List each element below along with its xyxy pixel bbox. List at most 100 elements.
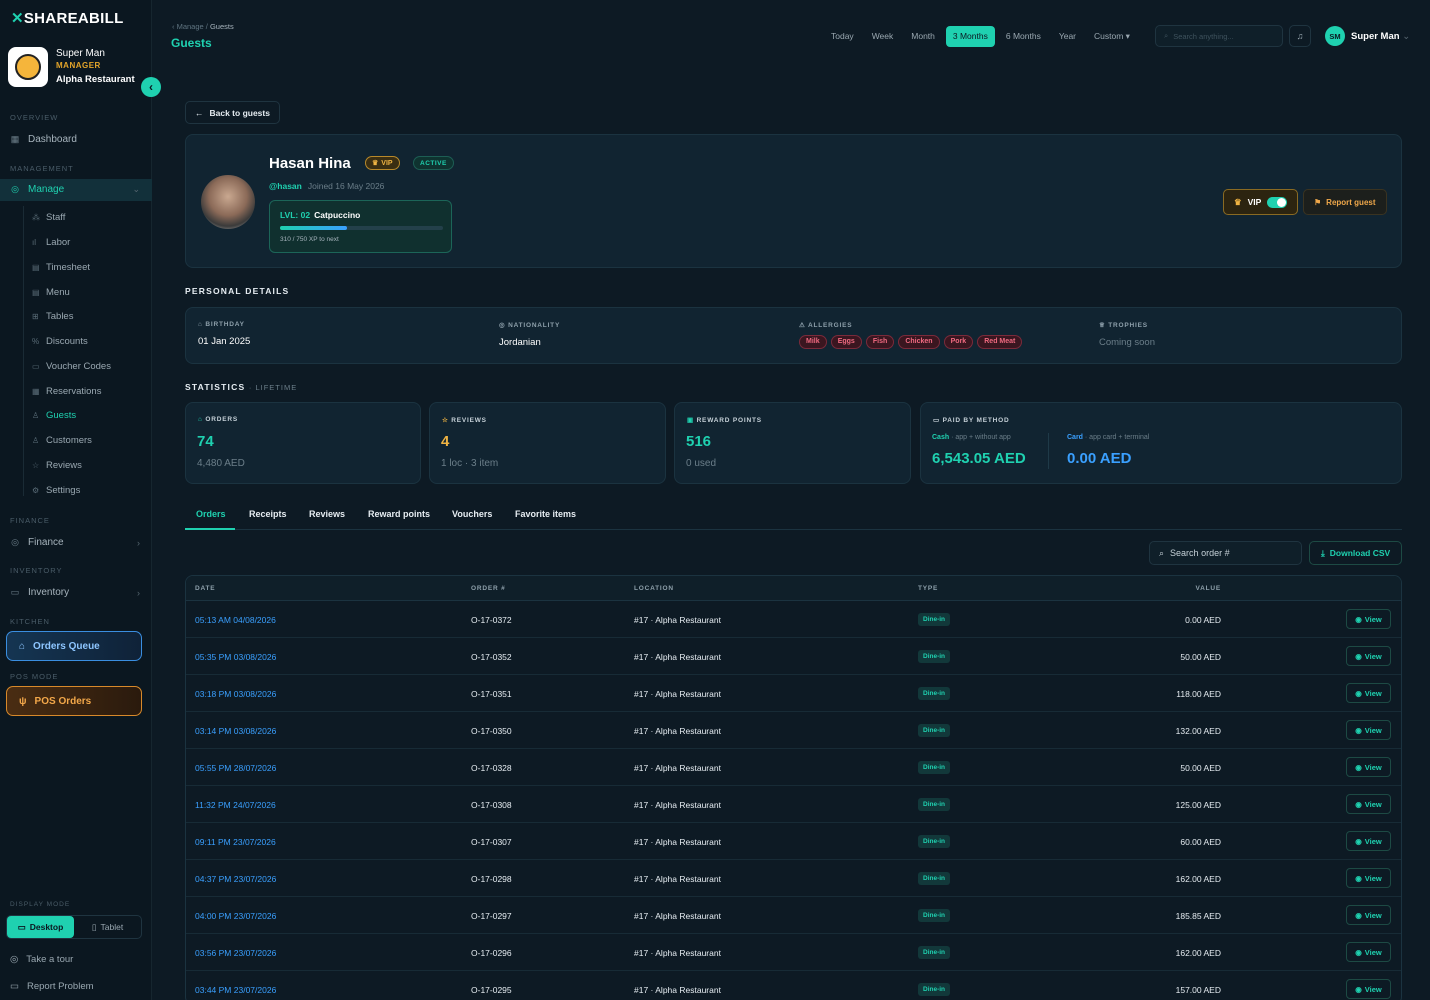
- orders-queue-button[interactable]: ⌂ Orders Queue: [6, 631, 142, 661]
- order-date: 23/07/2026: [233, 874, 277, 884]
- user-menu[interactable]: Super Man ⌄: [1351, 31, 1410, 42]
- table-row[interactable]: 03:56 PM 23/07/2026 O-17-0296 #17 · Alpha …: [186, 934, 1401, 971]
- view-order-button[interactable]: ◉ View: [1346, 942, 1391, 962]
- download-csv-button[interactable]: ⤓ Download CSV: [1309, 541, 1402, 565]
- view-order-button[interactable]: ◉ View: [1346, 757, 1391, 777]
- view-order-button[interactable]: ◉ View: [1346, 905, 1391, 925]
- order-value: 50.00 AED: [1180, 652, 1221, 662]
- gift-icon: ▣: [687, 417, 697, 424]
- view-order-button[interactable]: ◉ View: [1346, 683, 1391, 703]
- trophies-value: Coming soon: [1099, 337, 1155, 348]
- table-row[interactable]: 09:11 PM 23/07/2026 O-17-0307 #17 · Alpha …: [186, 823, 1401, 860]
- sidebar-item-staff[interactable]: ⁂ Staff: [32, 212, 65, 223]
- restaurant-avatar: [8, 47, 48, 87]
- sidebar-item-customers[interactable]: ♙ Customers: [32, 435, 92, 446]
- sidebar-item-tables[interactable]: ⊞ Tables: [32, 311, 73, 322]
- profile-name: Super Man: [56, 48, 105, 59]
- tab-receipts[interactable]: Receipts: [249, 509, 287, 519]
- view-order-button[interactable]: ◉ View: [1346, 868, 1391, 888]
- view-order-button[interactable]: ◉ View: [1346, 646, 1391, 666]
- table-row[interactable]: 05:13 AM 04/08/2026 O-17-0372 #17 · Alpha …: [186, 601, 1401, 638]
- sidebar-item-labor[interactable]: ıl Labor: [32, 237, 70, 248]
- table-row[interactable]: 11:32 PM 24/07/2026 O-17-0308 #17 · Alpha …: [186, 786, 1401, 823]
- table-row[interactable]: 04:00 PM 23/07/2026 O-17-0297 #17 · Alpha …: [186, 897, 1401, 934]
- sidebar-item-menu[interactable]: ▤ Menu: [32, 287, 70, 298]
- sidebar-item-settings[interactable]: ⚙ Settings: [32, 485, 80, 496]
- range-month[interactable]: Month: [904, 26, 942, 47]
- user-avatar[interactable]: SM: [1325, 26, 1345, 46]
- allergy-list: Milk Eggs Fish Chicken Pork Red Meat: [799, 334, 1023, 349]
- sidebar-item-manage[interactable]: ◎ Manage ⌄: [10, 184, 140, 195]
- tab-reward-points[interactable]: Reward points: [368, 509, 430, 519]
- vip-toggle[interactable]: ♛ VIP: [1223, 189, 1298, 215]
- search-icon: ⌕: [1159, 547, 1165, 558]
- notifications-button[interactable]: ♫: [1289, 25, 1311, 47]
- tab-orders[interactable]: Orders: [196, 509, 226, 519]
- table-row[interactable]: 03:44 PM 23/07/2026 O-17-0295 #17 · Alpha …: [186, 971, 1401, 1000]
- tab-favorite-items[interactable]: Favorite items: [515, 509, 576, 519]
- table-row[interactable]: 03:18 PM 03/08/2026 O-17-0351 #17 · Alpha …: [186, 675, 1401, 712]
- sidebar-item-timesheet[interactable]: ▤ Timesheet: [32, 262, 90, 273]
- toggle-label: VIP: [1247, 197, 1262, 207]
- view-order-button[interactable]: ◉ View: [1346, 831, 1391, 851]
- sidebar-item-dashboard[interactable]: ▦ Dashboard: [10, 134, 140, 145]
- reward-points-used: 0 used: [686, 458, 717, 469]
- range-3-months[interactable]: 3 Months: [945, 26, 995, 47]
- table-row[interactable]: 03:14 PM 03/08/2026 O-17-0350 #17 · Alpha …: [186, 712, 1401, 749]
- card-label: Card: [1067, 434, 1083, 441]
- tab-reviews[interactable]: Reviews: [309, 509, 345, 519]
- sidebar-item-discounts[interactable]: % Discounts: [32, 336, 88, 347]
- sidebar-item-inventory[interactable]: ▭ Inventory ›: [10, 587, 140, 598]
- eye-icon: ◉: [1355, 688, 1362, 698]
- user-name: Super Man: [1351, 31, 1400, 42]
- field-label: NATIONALITY: [508, 322, 561, 329]
- compass-icon: ◎: [10, 954, 19, 965]
- sidebar-item-finance[interactable]: ◎ Finance ›: [10, 537, 140, 548]
- tablet-mode-button[interactable]: ▯ Tablet: [74, 916, 141, 938]
- view-order-button[interactable]: ◉ View: [1346, 794, 1391, 814]
- report-guest-button[interactable]: ⚑ Report guest: [1303, 189, 1387, 215]
- breadcrumb-parent[interactable]: Manage: [177, 22, 204, 31]
- range-year[interactable]: Year: [1052, 26, 1083, 47]
- order-location: #17 · Alpha Restaurant: [634, 800, 721, 810]
- reviews-count: 4: [441, 433, 450, 450]
- range-custom[interactable]: Custom ▾: [1087, 26, 1137, 47]
- report-problem-link[interactable]: ▭ Report Problem: [10, 981, 94, 992]
- sidebar-item-reservations[interactable]: ▦ Reservations: [32, 386, 101, 397]
- table-row[interactable]: 04:37 PM 23/07/2026 O-17-0298 #17 · Alpha …: [186, 860, 1401, 897]
- view-order-button[interactable]: ◉ View: [1346, 609, 1391, 629]
- arrow-left-icon: ←: [195, 107, 204, 118]
- pos-orders-button[interactable]: ψ POS Orders: [6, 686, 142, 716]
- view-order-button[interactable]: ◉ View: [1346, 720, 1391, 740]
- range-6-months[interactable]: 6 Months: [999, 26, 1048, 47]
- table-row[interactable]: 05:55 PM 28/07/2026 O-17-0328 #17 · Alpha …: [186, 749, 1401, 786]
- sidebar-item-guests[interactable]: ♙ Guests: [32, 410, 76, 421]
- order-time: 03:44 PM: [195, 985, 232, 995]
- sidebar-item-voucher-codes[interactable]: ▭ Voucher Codes: [32, 361, 111, 372]
- toggle-switch[interactable]: [1267, 196, 1288, 208]
- nav-label: Reviews: [46, 460, 82, 471]
- section-kitchen: KITCHEN: [10, 617, 50, 626]
- back-to-guests-button[interactable]: ← Back to guests: [185, 101, 280, 124]
- sidebar-item-reviews[interactable]: ☆ Reviews: [32, 460, 82, 471]
- range-week[interactable]: Week: [865, 26, 901, 47]
- heading-text: STATISTICS: [185, 382, 246, 392]
- order-datetime: 05:55 PM 28/07/2026: [195, 763, 276, 773]
- heading-subtext: · LIFETIME: [248, 383, 298, 392]
- reward-points-value: 516: [686, 433, 712, 450]
- order-time: 05:55 PM: [195, 763, 232, 773]
- table-row[interactable]: 05:35 PM 03/08/2026 O-17-0352 #17 · Alpha …: [186, 638, 1401, 675]
- range-today[interactable]: Today: [824, 26, 861, 47]
- order-date: 28/07/2026: [233, 763, 277, 773]
- view-order-button[interactable]: ◉ View: [1346, 979, 1391, 999]
- profile-card[interactable]: Super Man MANAGER Alpha Restaurant: [8, 47, 135, 87]
- guest-name: Hasan Hina: [269, 155, 351, 172]
- tab-vouchers[interactable]: Vouchers: [452, 509, 492, 519]
- order-type-badge: Dine-in: [918, 798, 951, 811]
- desktop-mode-button[interactable]: ▭ Desktop: [7, 916, 74, 938]
- global-search-input[interactable]: ⌕ Search anything...: [1155, 25, 1283, 47]
- order-search-input[interactable]: ⌕ Search order #: [1149, 541, 1302, 565]
- order-time: 03:14 PM: [195, 726, 232, 736]
- brand-logo[interactable]: ✕SHAREABILL: [11, 9, 124, 27]
- take-tour-link[interactable]: ◎ Take a tour: [10, 954, 73, 965]
